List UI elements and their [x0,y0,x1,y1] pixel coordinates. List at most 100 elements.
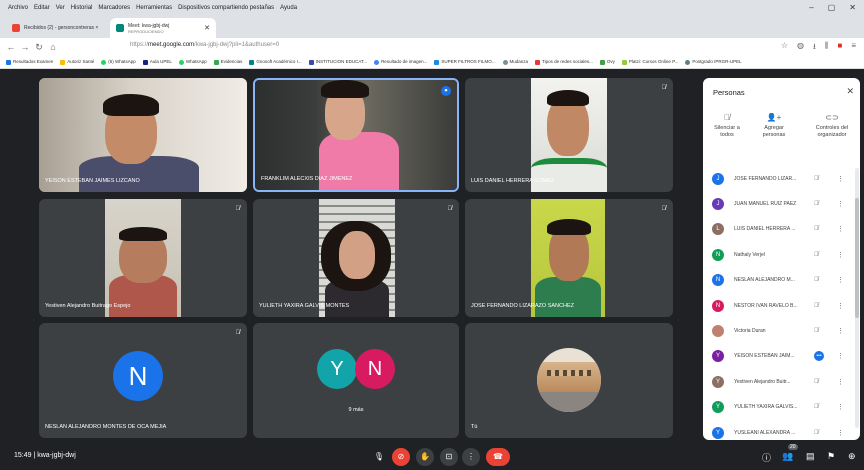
more-options-icon[interactable]: ⋮ [837,429,844,437]
mic-off-icon[interactable]: 🎙̸ [814,404,819,410]
mic-off-icon[interactable]: 🎙̸ [814,379,819,385]
more-participants-tile[interactable]: Y N 9 más [253,323,459,438]
bookmark-item[interactable]: Tipos de redes sociales... [535,59,593,65]
more-options-icon[interactable]: ⋮ [837,378,844,386]
minimize-icon[interactable]: – [809,3,813,12]
more-options-button[interactable]: ⋮ [462,448,480,466]
participant-tile[interactable]: 🎙̸ LUIS DANIEL HERRERA GOMEZ [465,78,673,192]
mic-off-icon[interactable]: 🎙̸ [814,430,819,436]
bookmark-item[interactable]: Postgrado IPRGR-UPEL [685,59,742,65]
add-people-button[interactable]: 👤+ Agregar personas [750,114,798,139]
participant-tile[interactable]: ⦁ FRANKLIM ALECXIS DIAZ JIMENEZ [253,78,459,192]
bookmark-item[interactable]: Ovy [599,59,615,65]
more-options-icon[interactable]: ⋮ [837,175,844,183]
bookmark-star-icon[interactable]: ☆ [781,41,788,55]
participant-list-item[interactable]: N NESLAN ALEJANDRO M... 🎙̸ ⋮ [703,268,860,293]
more-options-icon[interactable]: ⋮ [837,403,844,411]
mic-button[interactable]: 🎙 [370,448,388,466]
close-tab-icon[interactable]: ✕ [204,24,210,32]
present-button[interactable]: ⊡ [440,448,458,466]
reload-icon[interactable]: ↻ [32,42,46,53]
more-options-icon[interactable]: ⋮ [837,200,844,208]
activities-icon[interactable]: ⚑ [827,451,835,462]
bookmark-item[interactable]: Resultado de imagen... [374,59,427,65]
maximize-icon[interactable]: ▢ [828,3,836,12]
participant-tile[interactable]: 🎙̸ Yestiven Alejandro Buitrago Espejo [39,199,247,317]
download-icon[interactable]: ⭳ [813,41,816,55]
participant-list-item[interactable]: Y YULIETH YAXIRA GALVIS... 🎙̸ ⋮ [703,395,860,420]
menu-dispositivos[interactable]: Dispositivos compartiendo pestañas [178,5,274,11]
menu-ver[interactable]: Ver [56,5,65,11]
bookmark-item[interactable]: Autoriz Santé [60,59,94,65]
more-options-icon[interactable]: ⋮ [837,225,844,233]
participant-list-item[interactable]: J JOSE FERNANDO LIZAR... 🎙̸ ⋮ [703,166,860,191]
pocket-icon[interactable]: ◍ [797,41,804,55]
tab-meet[interactable]: Meet: kwa-jgbj-dwj REPRODUCIENDO ✕ [110,18,216,38]
menu-editar[interactable]: Editar [34,5,50,11]
participant-tile[interactable]: 🎙̸ YULIETH YAXIRA GALVIS MONTES [253,199,459,317]
bookmark-item[interactable]: Evidencias [213,59,242,65]
home-icon[interactable]: ⌂ [46,42,60,52]
url-field[interactable]: https://meet.google.com/kwa-jgbj-dwj?pli… [130,42,279,48]
bookmark-item[interactable]: SUPER FILTROS FILMO... [434,59,496,65]
mic-off-icon[interactable]: 🎙̸ [814,201,819,207]
back-icon[interactable]: ← [4,42,18,52]
bookmark-item[interactable]: INSTITUCION EDUCAT... [308,59,367,65]
bookmark-item[interactable]: Platzi: Cursos Online P... [621,59,678,65]
more-options-icon[interactable]: ⋮ [837,352,844,360]
participant-tile[interactable]: N 🎙̸ NESLAN ALEJANDRO MONTES DE OCA MEJI… [39,323,247,438]
menu-marcadores[interactable]: Marcadores [98,5,130,11]
more-options-icon[interactable]: ⋮ [837,251,844,259]
self-tile[interactable]: Tú [465,323,673,438]
camera-off-button[interactable]: ⊘ [392,448,410,466]
host-controls-button[interactable]: ⊂⊃ Controles del organizador [805,114,859,139]
menu-archivo[interactable]: Archivo [8,5,28,11]
bookmark-item[interactable]: Gnosoft Académico I... [249,59,302,65]
lock-icon[interactable]: ⊕ [848,451,856,462]
participant-tile[interactable]: YEISON ESTEBAN JAIMES LIZCANO [39,78,247,192]
extension-icon[interactable]: ■ [837,41,842,55]
participant-list-item[interactable]: J JUAN MANUEL RUIZ PAEZ 🎙̸ ⋮ [703,191,860,216]
participant-list-item[interactable]: Y YUSLEANI ALEXANDRA ... 🎙̸ ⋮ [703,420,860,440]
participant-avatar: N [712,299,724,312]
people-icon[interactable]: 👥 [782,451,793,462]
bookmark-item[interactable]: Mudanza [502,59,528,65]
bookmark-item[interactable]: Aula UPEL [142,59,172,65]
close-window-icon[interactable]: ✕ [849,3,856,12]
participant-avatar: N [113,351,163,401]
menu-herramientas[interactable]: Herramientas [136,5,172,11]
participant-tile[interactable]: 🎙̸ JOSE FERNANDO LIZARAZO SANCHEZ [465,199,673,317]
mic-off-icon[interactable]: 🎙̸ [814,226,819,232]
building-image [537,362,601,392]
participant-list-item[interactable]: N NESTOR IVAN RAVELO B... 🎙̸ ⋮ [703,293,860,318]
participant-list-item[interactable]: Y Yestiven Alejandro Buitr... 🎙̸ ⋮ [703,369,860,394]
mute-all-button[interactable]: 🎙̸ Silenciar a todos [703,114,751,139]
bookmark-item[interactable]: Resultados Examen [6,59,53,65]
info-icon[interactable]: ⓘ [762,451,771,464]
library-icon[interactable]: ⫼ [825,41,829,55]
raise-hand-button[interactable]: ✋ [416,448,434,466]
menu-ayuda[interactable]: Ayuda [280,5,297,11]
chat-icon[interactable]: ▤ [806,451,815,462]
participant-list-item[interactable]: L LUIS DANIEL HERRERA ... 🎙̸ ⋮ [703,217,860,242]
more-options-icon[interactable]: ⋮ [837,327,844,335]
bookmark-item[interactable]: WhatsApp [178,59,207,65]
participant-list-item[interactable]: N Nathaly Verjel 🎙̸ ⋮ [703,242,860,267]
menu-icon[interactable]: ≡ [851,41,856,55]
forward-icon[interactable]: → [18,42,32,52]
mic-off-icon[interactable]: 🎙̸ [814,252,819,258]
participant-list-item[interactable]: Victoria Duran 🎙̸ ⋮ [703,318,860,343]
close-icon[interactable]: ✕ [846,86,854,97]
mic-off-icon[interactable]: 🎙̸ [814,303,819,309]
mic-off-icon[interactable]: 🎙̸ [814,176,819,182]
tab-gmail[interactable]: Recibidos (2) - gersoncontreras × [6,18,108,38]
more-options-icon[interactable]: ⋮ [837,302,844,310]
speaking-indicator-icon[interactable]: ••• [814,351,824,362]
mic-off-icon[interactable]: 🎙̸ [814,277,819,283]
menu-historial[interactable]: Historial [71,5,93,11]
more-options-icon[interactable]: ⋮ [837,276,844,284]
bookmark-item[interactable]: (6) WhatsApp [101,59,136,65]
leave-call-button[interactable]: ☎ [486,448,510,466]
participant-list-item[interactable]: Y YEISON ESTEBAN JAIM... ••• ⋮ [703,344,860,369]
mic-off-icon[interactable]: 🎙̸ [814,328,819,334]
